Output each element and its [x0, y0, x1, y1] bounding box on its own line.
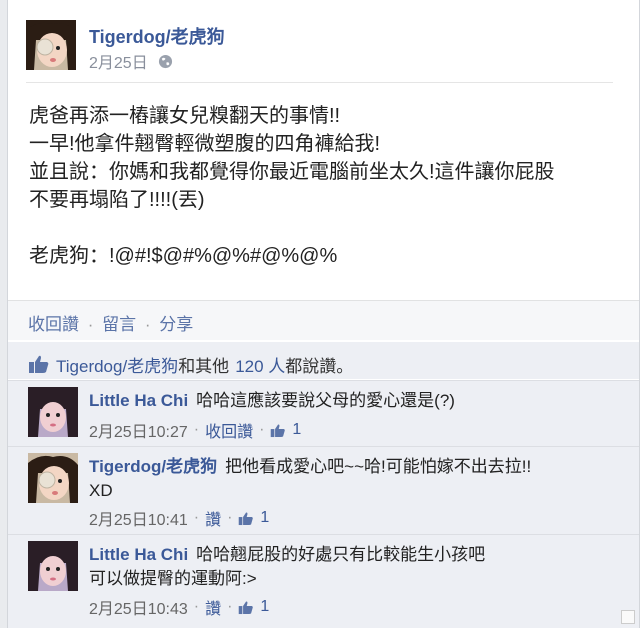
- commenter-avatar[interactable]: [28, 387, 78, 437]
- comment-text: 哈哈翹屁股的好處只有比較能生小孩吧: [196, 545, 486, 564]
- comment-link[interactable]: 留言: [102, 315, 136, 334]
- post-line: 虎爸再添一樁讓女兒糗翻天的事情!!: [29, 105, 341, 127]
- commenter-name[interactable]: Little Ha Chi: [89, 545, 188, 564]
- author-avatar[interactable]: [26, 20, 76, 70]
- post-line: [29, 214, 619, 242]
- comment-item: Tigerdog/老虎狗 把他看成愛心吧~~哈!可能怕嫁不出去拉!! XD 2月2…: [8, 446, 639, 534]
- globe-icon[interactable]: [158, 54, 173, 69]
- post-line: 並且說：你媽和我都覺得你最近電腦前坐太久!這件讓你屁股: [29, 161, 555, 183]
- comment-time[interactable]: 2月25日10:43: [89, 595, 188, 619]
- comment-text-line2: XD: [89, 481, 113, 500]
- commenter-avatar[interactable]: [28, 541, 78, 591]
- comment-body: Little Ha Chi 哈哈翹屁股的好處只有比較能生小孩吧 可以做提臀的運動阿…: [89, 543, 629, 591]
- header-divider: [26, 82, 613, 83]
- comment-body: Little Ha Chi 哈哈這應該要說父母的愛心還是(?): [89, 389, 629, 413]
- comment-body: Tigerdog/老虎狗 把他看成愛心吧~~哈!可能怕嫁不出去拉!! XD: [89, 455, 629, 503]
- thumbs-up-icon: [238, 600, 254, 615]
- post-header: Tigerdog/老虎狗 2月25日: [26, 20, 616, 74]
- thumbs-up-icon: [28, 354, 50, 374]
- comment-text: 哈哈這應該要說父母的愛心還是(?): [196, 391, 455, 410]
- thumbs-up-icon: [270, 423, 286, 438]
- comment-like-count[interactable]: 1: [260, 509, 269, 527]
- commenter-name[interactable]: Little Ha Chi: [89, 391, 188, 410]
- commenter-avatar[interactable]: [28, 453, 78, 503]
- post-meta: 2月25日: [89, 49, 173, 73]
- thumbs-up-icon: [238, 511, 254, 526]
- post-line: 不要再塌陷了!!!!(丟): [29, 189, 205, 211]
- comment-time[interactable]: 2月25日10:27: [89, 418, 188, 442]
- separator: ·: [87, 315, 94, 334]
- comment-meta: 2月25日10:43 · 讚 · 1: [89, 595, 269, 619]
- share-link[interactable]: 分享: [159, 315, 193, 334]
- post-card: Tigerdog/老虎狗 2月25日 虎爸再添一樁讓女兒糗翻天的事情!! 一早!…: [7, 0, 640, 628]
- separator: ·: [144, 315, 151, 334]
- unlike-link[interactable]: 收回讚: [28, 315, 79, 334]
- post-actions: 收回讚 · 留言 · 分享: [8, 300, 639, 340]
- liker-name[interactable]: Tigerdog/老虎狗: [56, 352, 178, 377]
- comment-meta: 2月25日10:27 · 收回讚 · 1: [89, 418, 301, 442]
- likes-suffix: 都說讚。: [285, 356, 354, 376]
- commenter-name[interactable]: Tigerdog/老虎狗: [89, 457, 217, 476]
- comment-like-link[interactable]: 讚: [205, 506, 221, 530]
- post-line: 老虎狗：!@#!$@#%@%#@%@%: [29, 245, 338, 267]
- comment-like-link[interactable]: 讚: [205, 595, 221, 619]
- comment-text: 把他看成愛心吧~~哈!可能怕嫁不出去拉!!: [225, 457, 532, 476]
- comment-item: Little Ha Chi 哈哈這應該要說父母的愛心還是(?) 2月25日10:2…: [8, 380, 639, 446]
- comment-meta: 2月25日10:41 · 讚 · 1: [89, 506, 269, 530]
- post-date[interactable]: 2月25日: [89, 49, 148, 73]
- comment-like-count[interactable]: 1: [292, 421, 301, 439]
- comment-text-line2: 可以做提臀的運動阿:>: [89, 569, 257, 588]
- comment-like-count[interactable]: 1: [260, 598, 269, 616]
- resize-handle[interactable]: [621, 610, 635, 624]
- comment-item: Little Ha Chi 哈哈翹屁股的好處只有比較能生小孩吧 可以做提臀的運動阿…: [8, 534, 639, 628]
- comment-like-link[interactable]: 收回讚: [205, 418, 253, 442]
- likes-summary: Tigerdog/老虎狗 和其他 120 人都說讚。: [8, 342, 639, 379]
- likes-count[interactable]: 120 人: [235, 352, 285, 377]
- comment-time[interactable]: 2月25日10:41: [89, 506, 188, 530]
- likes-rest: 和其他: [178, 356, 230, 376]
- post-line: 一早!他拿件翹臀輕微塑腹的四角褲給我!: [29, 133, 381, 155]
- post-author-name[interactable]: Tigerdog/老虎狗: [89, 23, 225, 49]
- post-body: 虎爸再添一樁讓女兒糗翻天的事情!! 一早!他拿件翹臀輕微塑腹的四角褲給我! 並且…: [29, 102, 619, 270]
